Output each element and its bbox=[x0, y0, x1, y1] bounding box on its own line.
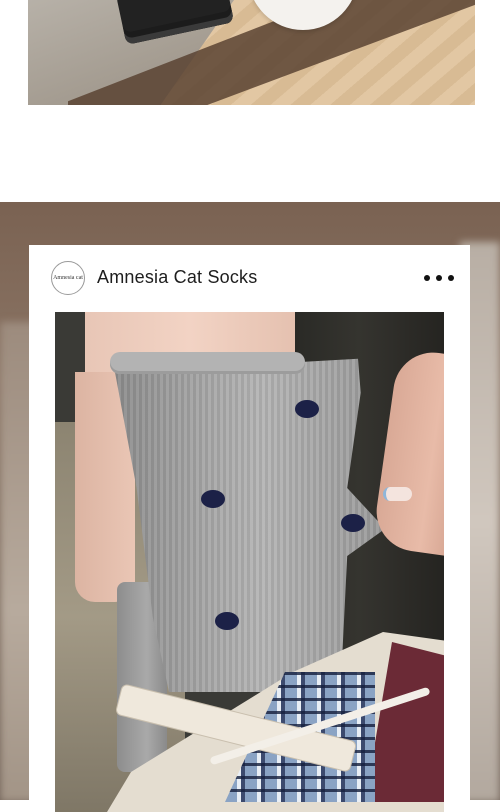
manicured-nail bbox=[383, 487, 412, 501]
top-product-photo bbox=[28, 0, 475, 105]
more-horizontal-icon bbox=[424, 275, 430, 281]
brand-avatar[interactable]: Amnesia cat bbox=[51, 261, 85, 295]
sock-dot bbox=[341, 514, 365, 532]
brand-name[interactable]: Amnesia Cat Socks bbox=[97, 267, 257, 288]
post-photo bbox=[55, 312, 444, 812]
more-horizontal-icon bbox=[448, 275, 454, 281]
sock-dot bbox=[295, 400, 319, 418]
sock-dot bbox=[215, 612, 239, 630]
post-header: Amnesia cat Amnesia Cat Socks bbox=[29, 245, 470, 311]
avatar-text: Amnesia cat bbox=[53, 275, 83, 281]
sock-cuff bbox=[110, 352, 305, 374]
sock-dot bbox=[201, 490, 225, 508]
more-options-button[interactable] bbox=[424, 267, 454, 289]
more-horizontal-icon bbox=[436, 275, 442, 281]
post-card: Amnesia cat Amnesia Cat Socks bbox=[29, 245, 470, 812]
